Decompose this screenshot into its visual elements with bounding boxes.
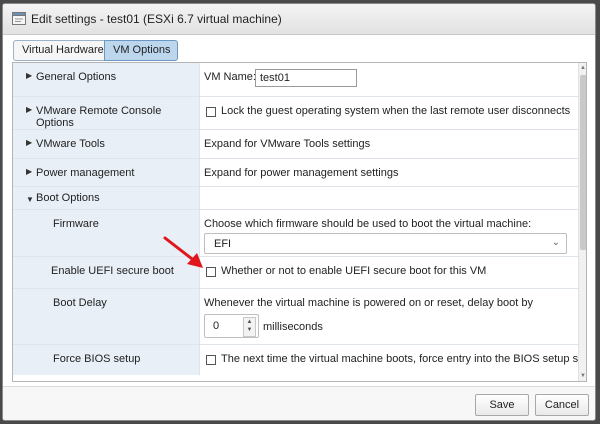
title-bar[interactable]: Edit settings - test01 (ESXi 6.7 virtual…	[3, 4, 595, 35]
general-options-label[interactable]: General Options	[36, 71, 116, 83]
uefi-secure-boot-checkbox[interactable]	[206, 267, 216, 277]
scroll-up-icon[interactable]: ▲	[580, 65, 586, 71]
firmware-description: Choose which firmware should be used to …	[204, 218, 532, 230]
firmware-selected-value: EFI	[214, 238, 232, 250]
boot-delay-stepper[interactable]: 0 ▲ ▼	[204, 314, 259, 338]
firmware-label: Firmware	[53, 218, 99, 230]
remote-console-label[interactable]: VMware Remote Console Options	[36, 105, 199, 129]
vm-name-label: VM Name:	[204, 71, 256, 83]
boot-delay-description: Whenever the virtual machine is powered …	[204, 297, 533, 309]
caret-down-icon[interactable]: ▼	[26, 195, 34, 204]
row-force-bios-setup: Force BIOS setup The next time the virtu…	[13, 345, 586, 375]
force-bios-setup-text: The next time the virtual machine boots,…	[221, 353, 587, 365]
cancel-button[interactable]: Cancel	[535, 394, 589, 416]
force-bios-setup-checkbox[interactable]	[206, 355, 216, 365]
vm-name-input[interactable]	[255, 69, 357, 87]
row-boot-options: ▼ Boot Options	[13, 187, 578, 210]
caret-right-icon[interactable]: ▶	[26, 167, 32, 176]
red-arrow-annotation	[163, 236, 203, 268]
power-management-value: Expand for power management settings	[204, 167, 399, 179]
boot-options-label[interactable]: Boot Options	[36, 192, 100, 204]
row-boot-delay: Boot Delay Whenever the virtual machine …	[13, 289, 578, 345]
uefi-secure-boot-text: Whether or not to enable UEFI secure boo…	[221, 265, 487, 277]
caret-right-icon[interactable]: ▶	[26, 105, 32, 114]
vm-options-panel: ▶ General Options VM Name: ▶ VMware Remo…	[12, 62, 587, 382]
tab-virtual-hardware[interactable]: Virtual Hardware	[13, 40, 105, 61]
caret-right-icon[interactable]: ▶	[26, 138, 32, 147]
scroll-down-icon[interactable]: ▼	[580, 373, 586, 379]
vmware-tools-label[interactable]: VMware Tools	[36, 138, 105, 150]
boot-delay-value: 0	[213, 320, 220, 332]
row-uefi-secure-boot: Enable UEFI secure boot Whether or not t…	[13, 257, 578, 289]
lock-guest-os-checkbox[interactable]	[206, 107, 216, 117]
edit-settings-dialog: Edit settings - test01 (ESXi 6.7 virtual…	[2, 3, 596, 421]
scrollbar-thumb[interactable]	[580, 75, 586, 250]
row-remote-console: ▶ VMware Remote Console Options Lock the…	[13, 97, 578, 130]
settings-table: ▶ General Options VM Name: ▶ VMware Remo…	[13, 63, 586, 375]
caret-right-icon[interactable]: ▶	[26, 71, 32, 80]
row-vmware-tools: ▶ VMware Tools Expand for VMware Tools s…	[13, 130, 578, 159]
uefi-secure-boot-label: Enable UEFI secure boot	[51, 265, 174, 277]
edit-vm-icon	[12, 12, 26, 25]
boot-delay-unit: milliseconds	[263, 321, 323, 333]
row-general-options: ▶ General Options VM Name:	[13, 63, 578, 97]
power-management-label[interactable]: Power management	[36, 167, 134, 179]
stepper-arrows-icon[interactable]: ▲ ▼	[243, 317, 256, 337]
force-bios-setup-label: Force BIOS setup	[53, 353, 141, 365]
vertical-scrollbar[interactable]: ▲ ▼	[578, 63, 586, 381]
tab-vm-options[interactable]: VM Options	[104, 40, 178, 61]
chevron-down-icon: ⌄	[551, 237, 560, 248]
firmware-select[interactable]: EFI ⌄	[204, 233, 567, 254]
boot-delay-label: Boot Delay	[53, 297, 107, 309]
dialog-title: Edit settings - test01 (ESXi 6.7 virtual…	[31, 12, 282, 26]
save-button[interactable]: Save	[475, 394, 529, 416]
row-firmware: Firmware Choose which firmware should be…	[13, 210, 578, 257]
row-power-management: ▶ Power management Expand for power mana…	[13, 159, 578, 187]
dialog-footer: Save Cancel	[3, 386, 595, 420]
vmware-tools-value: Expand for VMware Tools settings	[204, 138, 371, 150]
lock-guest-os-text: Lock the guest operating system when the…	[221, 105, 571, 117]
